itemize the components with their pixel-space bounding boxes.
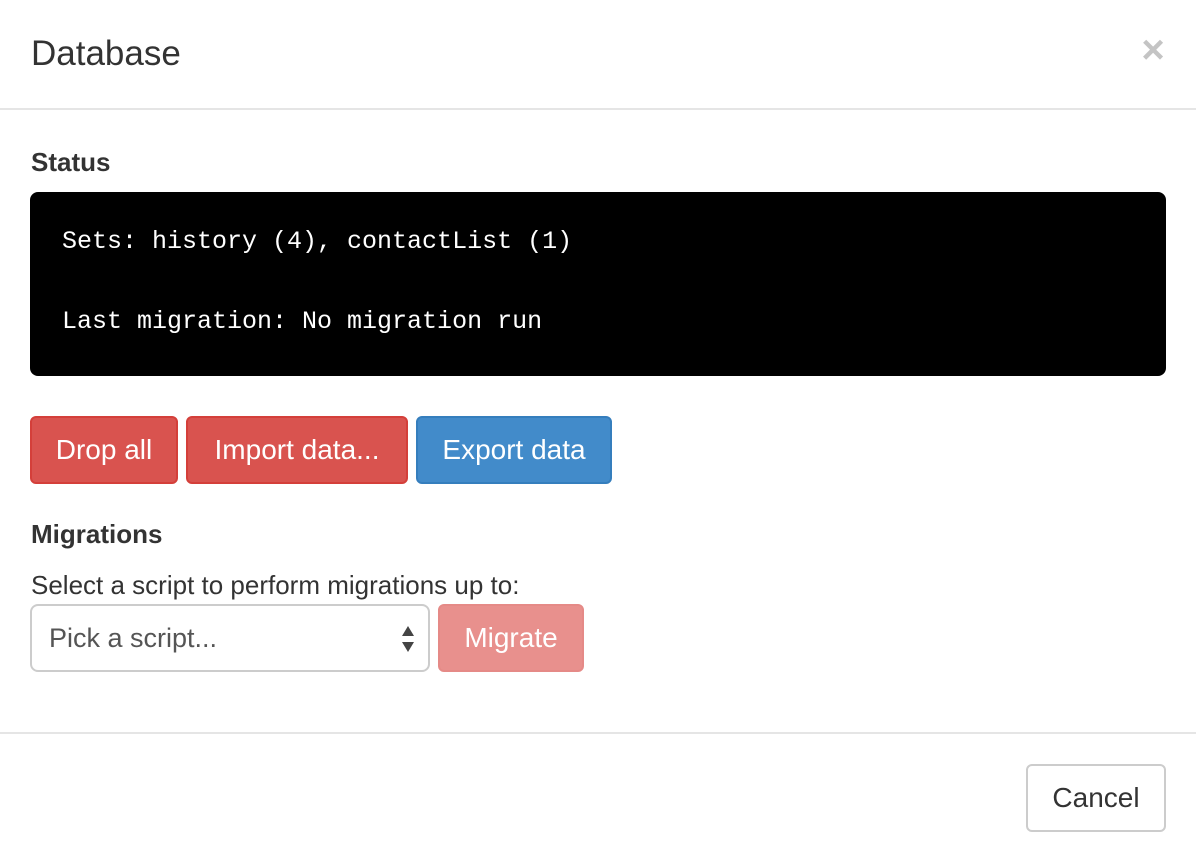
export-data-button[interactable]: Export data bbox=[416, 416, 612, 484]
database-modal: Database × Status Sets: history (4), con… bbox=[0, 0, 1196, 864]
import-data-button[interactable]: Import data... bbox=[186, 416, 408, 484]
drop-all-button[interactable]: Drop all bbox=[30, 416, 178, 484]
status-spacer bbox=[62, 262, 1134, 302]
migration-select-label: Select a script to perform migrations up… bbox=[31, 570, 520, 600]
migration-script-select[interactable]: Pick a script... bbox=[30, 604, 430, 672]
modal-header: Database × bbox=[0, 0, 1196, 110]
modal-title: Database bbox=[31, 34, 181, 73]
status-migration-line: Last migration: No migration run bbox=[62, 307, 543, 336]
status-console: Sets: history (4), contactList (1) Last … bbox=[30, 192, 1166, 376]
select-arrows-icon bbox=[402, 626, 414, 652]
status-heading: Status bbox=[31, 147, 111, 177]
close-icon[interactable]: × bbox=[1138, 30, 1168, 70]
modal-footer bbox=[0, 732, 1196, 864]
status-sets-line: Sets: history (4), contactList (1) bbox=[62, 227, 573, 256]
cancel-button[interactable]: Cancel bbox=[1026, 764, 1166, 832]
migrations-heading: Migrations bbox=[31, 519, 163, 549]
migrate-button[interactable]: Migrate bbox=[438, 604, 584, 672]
select-value: Pick a script... bbox=[49, 623, 218, 653]
